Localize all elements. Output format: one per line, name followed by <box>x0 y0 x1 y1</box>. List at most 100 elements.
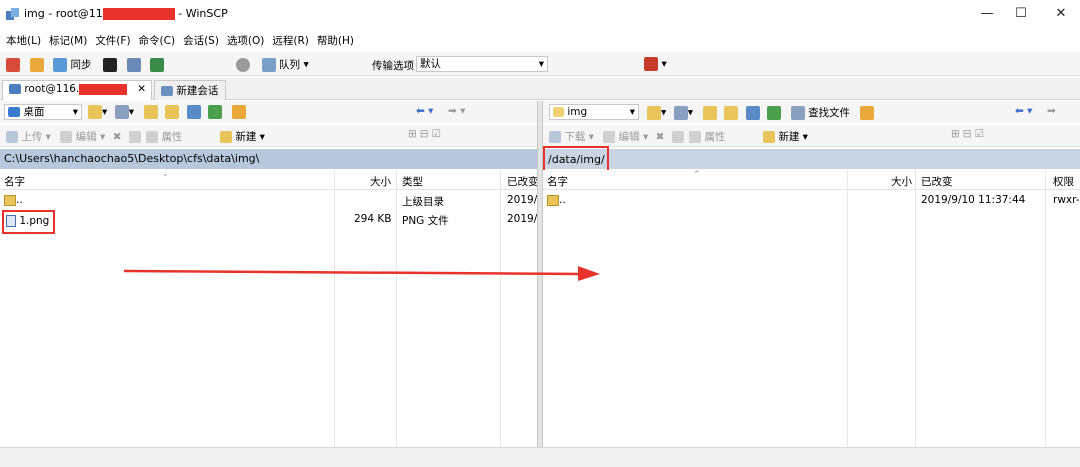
refresh-icon[interactable] <box>208 105 223 119</box>
connect-icon[interactable] <box>644 57 658 71</box>
synchronize-icon[interactable] <box>53 57 67 72</box>
menu-help[interactable]: 帮助(H) <box>311 30 356 48</box>
tree-icon[interactable] <box>859 105 874 120</box>
file-row[interactable]: .. 上级目录 2019/ <box>0 191 537 209</box>
gear-icon[interactable] <box>236 57 250 72</box>
right-path-bar[interactable]: /data/img/ <box>543 146 1080 173</box>
column-divider <box>847 170 848 447</box>
arrow-shaft <box>123 269 583 276</box>
col-name[interactable]: 名字 <box>4 174 25 189</box>
file-row[interactable]: 1.png 294 KB PNG 文件 2019/ <box>0 210 537 234</box>
sync-browse-icon[interactable] <box>29 57 44 72</box>
upload-button[interactable]: 上传 <box>21 131 42 143</box>
right-nav-toolbar: img ▾ ▾ ▾ 查找文件 ⬅ ▾ ➡ <box>543 101 1080 123</box>
parent-folder-icon <box>4 194 16 206</box>
annotation-arrow <box>123 266 600 281</box>
computer-icon <box>9 84 21 94</box>
edit-button[interactable]: 编辑 <box>76 131 97 143</box>
menu-commands[interactable]: 命令(C) <box>133 30 178 48</box>
sort-indicator-icon: ⌃ <box>693 170 701 180</box>
close-tab-icon[interactable]: ✕ <box>137 83 146 95</box>
queue-button[interactable]: 队列 <box>279 59 300 71</box>
minimize-button[interactable]: — <box>974 4 1000 24</box>
home-icon[interactable] <box>186 105 201 119</box>
menu-session[interactable]: 会话(S) <box>177 30 221 48</box>
new-button[interactable]: 新建 <box>235 131 256 143</box>
filter-icon[interactable] <box>114 105 129 119</box>
col-changed[interactable]: 已改变 <box>921 174 953 189</box>
maximize-button[interactable]: ☐ <box>1008 4 1034 24</box>
preferences-icon[interactable] <box>150 57 164 72</box>
download-button[interactable]: 下载 <box>564 131 585 143</box>
find-files-button[interactable]: 查找文件 <box>808 107 850 119</box>
transfer-options-label: 传输选项 <box>372 60 414 72</box>
tab-new-session[interactable]: 新建会话 <box>154 80 226 100</box>
col-changed[interactable]: 已改变 <box>507 174 539 189</box>
tab-session[interactable]: root@116. ✕ <box>2 80 152 100</box>
back-button[interactable]: ⬅ ▾ <box>1015 105 1032 117</box>
connect-dropdown-icon[interactable]: ▾ <box>662 58 667 70</box>
right-file-toolbar: 下载 ▾ 编辑 ▾ ✖ 属性 新建 ▾ ⊞⊟☑ <box>543 125 1080 147</box>
root-dir-icon[interactable] <box>165 105 180 119</box>
menu-file[interactable]: 文件(F) <box>89 30 132 48</box>
edit-icon <box>60 131 73 143</box>
delete-icon[interactable]: ✖ <box>656 131 665 143</box>
main-toolbar: 同步 队列 ▾ 传输选项 默认 ▾ ▾ <box>0 52 1080 76</box>
filter-icon[interactable] <box>673 105 688 120</box>
parent-dir-icon[interactable] <box>143 105 158 119</box>
compare-dirs-icon[interactable] <box>6 57 20 72</box>
menu-bar: 本地(L) 标记(M) 文件(F) 命令(C) 会话(S) 选项(O) 远程(R) 帮助(H) <box>0 30 1080 50</box>
properties-button[interactable]: 属性 <box>161 131 182 143</box>
menu-local[interactable]: 本地(L) <box>0 30 43 48</box>
back-button[interactable]: ⬅ ▾ <box>416 105 433 117</box>
forward-button[interactable]: ➡ <box>1047 105 1056 117</box>
col-rights[interactable]: 权限 <box>1053 174 1074 189</box>
queue-icon[interactable] <box>261 57 276 72</box>
transfer-options-select[interactable]: 默认 ▾ <box>416 56 548 72</box>
right-location-select[interactable]: img ▾ <box>549 104 639 120</box>
close-button[interactable]: ✕ <box>1048 4 1074 24</box>
sync-label[interactable]: 同步 <box>71 59 92 71</box>
status-bar <box>0 447 1080 467</box>
col-type[interactable]: 类型 <box>402 174 423 189</box>
new-session-icon <box>161 86 173 96</box>
select-buttons[interactable]: ⊞⊟☑ <box>408 128 444 140</box>
left-column-header: 名字 ⌄ 大小 类型 已改变 <box>0 169 539 190</box>
properties-button[interactable]: 属性 <box>704 131 725 143</box>
sort-indicator-icon: ⌄ <box>162 169 169 178</box>
menu-remote[interactable]: 远程(R) <box>266 30 311 48</box>
tree-icon[interactable] <box>231 105 246 119</box>
putty-icon[interactable] <box>126 57 141 72</box>
left-path-bar[interactable]: C:\Users\hanchaochao5\Desktop\cfs\data\i… <box>0 149 537 169</box>
menu-mark[interactable]: 标记(M) <box>43 30 89 48</box>
col-size[interactable]: 大小 <box>891 174 912 189</box>
redaction-mark <box>79 83 128 95</box>
right-column-header: 名字 ⌃ 大小 已改变 权限 <box>543 170 1080 190</box>
menu-options[interactable]: 选项(O) <box>221 30 266 48</box>
open-folder-icon[interactable] <box>88 105 102 119</box>
rename-icon[interactable] <box>128 131 141 143</box>
forward-button[interactable]: ➡ ▾ <box>448 105 465 117</box>
home-icon[interactable] <box>745 105 760 120</box>
select-buttons[interactable]: ⊞⊟☑ <box>951 128 987 140</box>
edit-button[interactable]: 编辑 <box>619 131 640 143</box>
col-size[interactable]: 大小 <box>370 174 391 189</box>
redaction-mark <box>102 8 175 20</box>
rename-icon[interactable] <box>671 131 684 143</box>
file-row[interactable]: .. 2019/9/10 11:37:44 rwxr- <box>543 191 1080 209</box>
left-location-select[interactable]: 桌面 ▾ <box>4 104 82 120</box>
console-icon[interactable] <box>103 57 117 72</box>
new-button[interactable]: 新建 <box>778 131 799 143</box>
left-nav-toolbar: 桌面 ▾ ▾ ▾ ⬅ ▾ ➡ ▾ <box>0 101 537 123</box>
parent-dir-icon[interactable] <box>702 105 717 120</box>
col-name[interactable]: 名字 <box>547 174 568 189</box>
highlight-box: 1.png <box>2 210 56 234</box>
open-folder-icon[interactable] <box>647 105 661 120</box>
refresh-icon[interactable] <box>767 105 782 120</box>
root-dir-icon[interactable] <box>724 105 739 120</box>
delete-icon[interactable]: ✖ <box>113 131 122 143</box>
chevron-down-icon: ▾ <box>72 106 78 118</box>
queue-dropdown-icon[interactable]: ▾ <box>304 59 309 71</box>
highlight-box: /data/img/ <box>543 146 609 173</box>
session-tabs: root@116. ✕ 新建会话 <box>0 78 1080 100</box>
